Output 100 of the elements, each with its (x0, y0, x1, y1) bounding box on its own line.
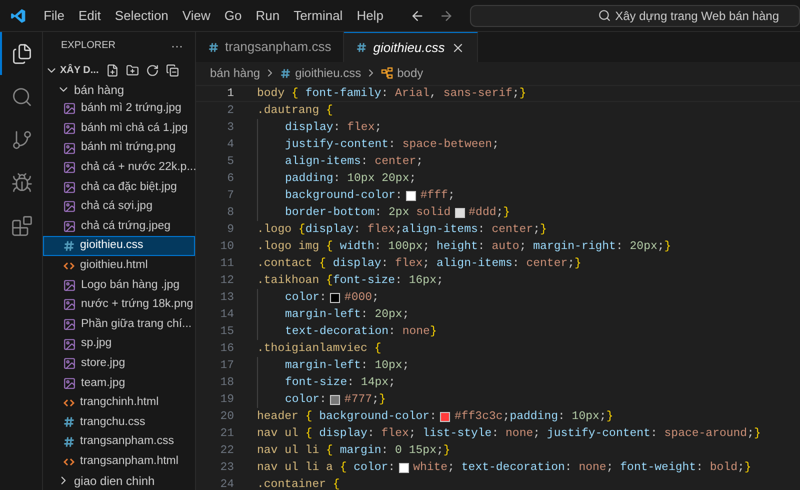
code-line: justify-content: space-between; (257, 136, 499, 153)
breadcrumb-item[interactable]: bán hàng (210, 64, 260, 82)
tree-row[interactable]: chả ca đặc biệt.jpg (43, 177, 195, 198)
tree-row[interactable]: team.jpg (43, 373, 195, 393)
breadcrumb-item[interactable]: gioithieu.css (295, 64, 362, 82)
line-number: 18 (219, 374, 234, 391)
tree-row[interactable]: chả cá sợi.jpg (43, 197, 195, 217)
tree-row[interactable]: trangchinh.html (43, 393, 195, 413)
folder-row[interactable]: bán hàng (43, 80, 195, 100)
code-line: header { background-color: #ff3c3c;padding: 10px;} (257, 408, 614, 425)
new-file-icon[interactable] (106, 64, 119, 77)
code-line: .logo {display: flex;align-items: center;} (257, 222, 547, 238)
line-number: 22 (219, 442, 234, 459)
tree-row[interactable]: trangsanpham.html (43, 452, 195, 472)
code-line: .contact { display: flex; align-items: center;} (257, 256, 582, 272)
color-swatch[interactable] (406, 190, 416, 200)
color-swatch[interactable] (454, 208, 465, 218)
refresh-icon[interactable] (146, 64, 159, 77)
code-brackets-icon (63, 396, 75, 409)
code-brackets-icon (63, 456, 75, 468)
hash-icon (356, 42, 368, 53)
tree-row[interactable]: chả cá trứng.jpeg (43, 216, 195, 236)
line-number: 5 (226, 154, 234, 170)
image-icon (63, 122, 76, 135)
code-line: body { font-family: Arial, sans-serif;} (257, 86, 526, 101)
code-line: margin-left: 10px; (257, 357, 410, 374)
menu-item[interactable]: View (175, 6, 218, 26)
tree-row[interactable]: Logo bán hàng .jpg (43, 275, 195, 296)
color-swatch[interactable] (440, 412, 450, 422)
color-swatch[interactable] (399, 462, 410, 472)
tree-row[interactable]: trangchu.css (43, 412, 195, 432)
tree-row[interactable]: bánh mì trứng.png (43, 138, 195, 158)
tree-row[interactable]: store.jpg (43, 354, 195, 374)
line-number: 21 (219, 426, 234, 442)
code-line: .container { (257, 476, 340, 490)
code-line: color: #000; (257, 289, 379, 306)
tree-row[interactable]: bánh mì chả cá 1.jpg (43, 118, 195, 138)
line-number: 20 (219, 408, 234, 425)
line-number: 10 (219, 238, 234, 255)
menu-item[interactable]: Go (217, 6, 249, 26)
tree-row[interactable]: Phần giữa trang chí... (43, 314, 195, 334)
file-name: chả cá trứng.jpeg (81, 218, 171, 234)
line-number: 7 (226, 188, 234, 204)
menu-item[interactable]: Run (248, 6, 287, 26)
new-folder-icon[interactable] (126, 64, 139, 77)
tree-row[interactable]: sp.jpg (43, 334, 195, 354)
tree-row[interactable]: nước + trứng 18k.png (43, 295, 195, 315)
file-name: chả ca đặc biệt.jpg (81, 180, 177, 195)
line-number: 16 (219, 340, 234, 357)
file-name: trangsanpham.html (80, 454, 178, 469)
more-button[interactable]: ··· (171, 40, 183, 52)
code-line: text-decoration: none} (257, 323, 437, 340)
sidebar-title: EXPLORER (61, 39, 116, 54)
code-line: padding: 10px 20px; (257, 170, 416, 187)
code-line: color: #777;} (257, 391, 386, 408)
color-swatch[interactable] (330, 292, 340, 302)
line-number: 9 (226, 222, 234, 238)
hash-icon (63, 436, 75, 448)
menu-item[interactable]: File (36, 6, 72, 26)
menu-item[interactable]: Help (350, 6, 390, 26)
tree-row[interactable]: gioithieu.css (43, 236, 195, 256)
line-number: 14 (219, 306, 234, 323)
file-name: Logo bán hàng .jpg (81, 278, 180, 293)
project-row[interactable]: XÂY D... (45, 62, 99, 78)
folder-row[interactable]: giao dien chinh (43, 471, 195, 490)
file-name: trangsanpham.css (80, 434, 174, 450)
hash-icon (63, 416, 75, 428)
file-name: gioithieu.css (80, 238, 144, 254)
menu-item[interactable]: Selection (108, 6, 176, 26)
menu-item[interactable]: Edit (72, 6, 108, 26)
breadcrumb-item[interactable]: body (397, 64, 424, 82)
file-name: nước + trứng 18k.png (81, 297, 194, 312)
file-name: bánh mì 2 trứng.jpg (81, 101, 182, 116)
file-name: bánh mì trứng.png (81, 140, 176, 156)
code-brackets-icon (63, 260, 75, 272)
hash-icon (208, 42, 219, 52)
file-name: trangchu.css (80, 414, 146, 430)
file-name: sp.jpg (81, 336, 112, 352)
editor-tab[interactable]: gioithieu.css (344, 32, 478, 62)
search-field[interactable]: Xây dựng trang Web bán hàng (470, 4, 800, 26)
line-number: 6 (226, 170, 234, 187)
tree-row[interactable]: bánh mì 2 trứng.jpg (43, 99, 195, 119)
collapse-icon[interactable] (166, 64, 179, 77)
tree-row[interactable]: gioithieu.html (43, 256, 195, 276)
file-name: trangchinh.html (80, 395, 159, 410)
hash-icon (63, 240, 75, 252)
image-icon (63, 357, 76, 370)
code-line: nav ul li a { color: white; text-decoration: none; font-weight: bold;} (257, 460, 752, 476)
menu-item[interactable]: Terminal (286, 6, 350, 26)
color-swatch[interactable] (330, 394, 340, 404)
file-name: Phần giữa trang chí... (81, 316, 192, 332)
tree-row[interactable]: chả cá + nước 22k.p... (43, 158, 195, 178)
hash-icon (280, 68, 292, 78)
line-number: 23 (219, 460, 234, 476)
code-line: .dautrang { (257, 102, 333, 119)
image-icon (63, 142, 76, 155)
tree-row[interactable]: trangsanpham.css (43, 432, 195, 452)
code-line: background-color: #fff; (257, 187, 455, 204)
branch-icon (11, 128, 33, 150)
image-icon (63, 298, 76, 312)
